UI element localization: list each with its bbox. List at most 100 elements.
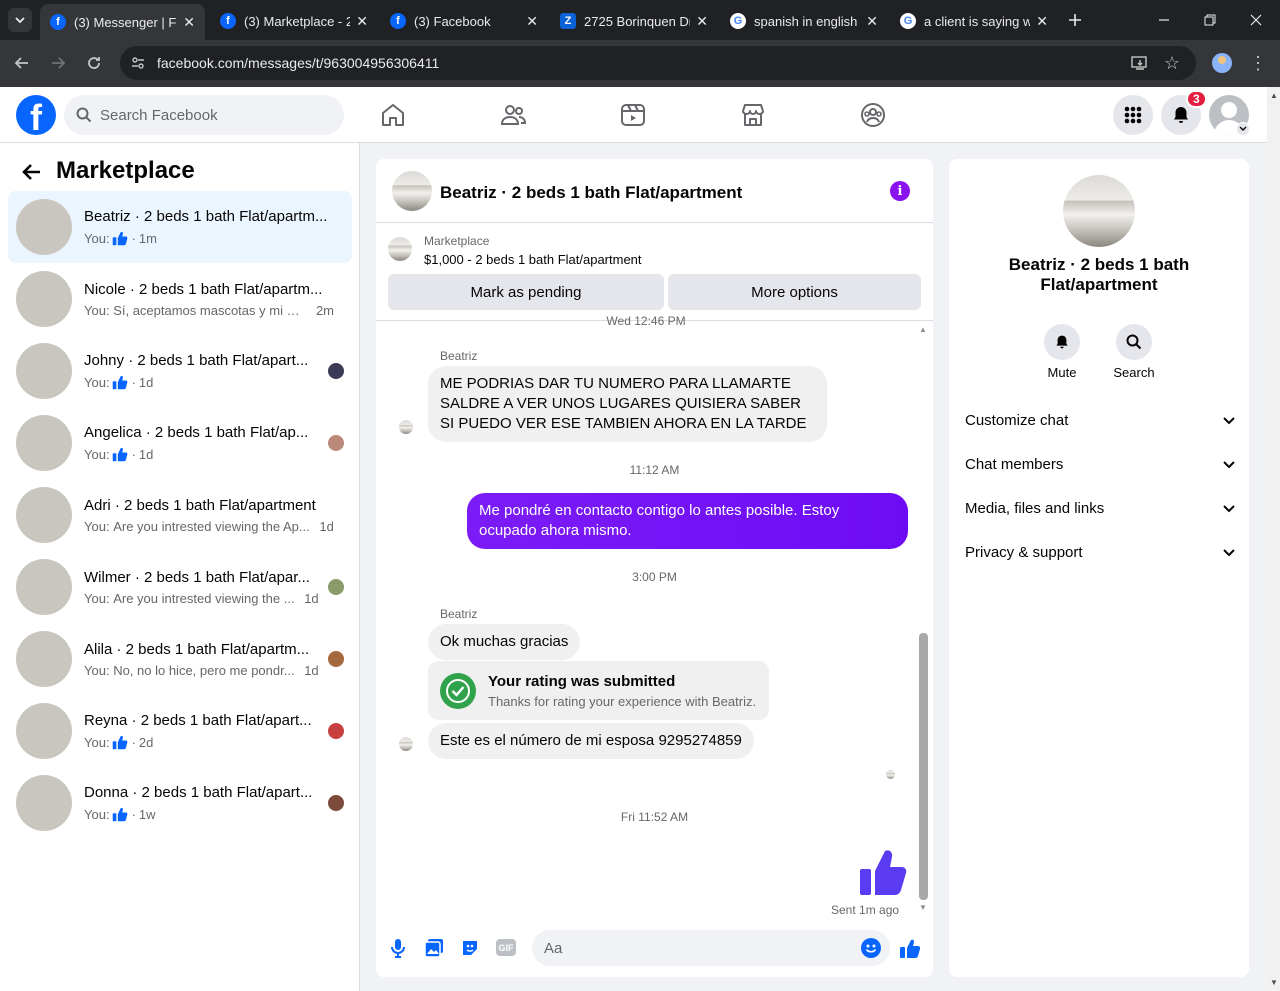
search-in-chat-button[interactable] <box>1116 324 1152 360</box>
like-thumbs-up-icon <box>112 231 127 246</box>
incoming-message[interactable]: ME PODRIAS DAR TU NUMERO PARA LLAMARTE S… <box>428 366 827 442</box>
forward-arrow-icon[interactable] <box>46 51 70 75</box>
chat-scrollbar-thumb[interactable] <box>919 633 928 900</box>
incoming-message[interactable]: Este es el número de mi esposa 929527485… <box>428 723 754 759</box>
chat-avatar[interactable] <box>392 171 432 211</box>
incoming-message[interactable]: Ok muchas gracias <box>428 624 581 660</box>
close-tab-icon[interactable]: ✕ <box>183 14 195 31</box>
emoji-icon[interactable] <box>861 938 881 958</box>
close-tab-icon[interactable]: ✕ <box>696 13 708 30</box>
bookmark-star-icon[interactable]: ☆ <box>1160 51 1184 75</box>
media-files-links-section[interactable]: Media, files and links <box>965 500 1235 517</box>
browser-tab[interactable]: G spanish in english ✕ <box>720 6 888 36</box>
scroll-down-arrow-icon[interactable]: ▼ <box>1270 978 1278 987</box>
marketplace-icon[interactable] <box>738 100 768 130</box>
conversation-item[interactable]: Nicole · 2 beds 1 bath Flat/apartm... You… <box>8 263 352 335</box>
outgoing-message[interactable]: Me pondré en contacto contigo lo antes p… <box>467 493 908 549</box>
mute-button[interactable] <box>1044 324 1080 360</box>
separator-dot: · <box>131 374 136 390</box>
seen-indicator-avatar <box>886 770 895 779</box>
message-input[interactable]: Aa <box>532 930 890 966</box>
menu-grid-button[interactable] <box>1113 95 1153 135</box>
sticker-icon[interactable] <box>460 938 480 963</box>
browser-tab[interactable]: f (3) Messenger | Facebook ✕ <box>40 4 205 40</box>
browser-tab[interactable]: Z 2725 Borinquen Dr ✕ <box>550 6 718 36</box>
conversation-item[interactable]: Reyna · 2 beds 1 bath Flat/apart... You: ·… <box>8 695 352 767</box>
search-icon <box>76 107 92 128</box>
facebook-logo-icon[interactable]: f <box>16 95 56 135</box>
home-icon[interactable] <box>378 100 408 130</box>
conversation-avatar <box>16 487 72 543</box>
conversation-time: 2d <box>138 734 154 750</box>
profile-avatar[interactable] <box>1212 53 1232 73</box>
close-tab-icon[interactable]: ✕ <box>866 13 878 30</box>
section-label: Privacy & support <box>965 544 1083 561</box>
close-tab-icon[interactable]: ✕ <box>356 13 368 30</box>
customize-chat-section[interactable]: Customize chat <box>965 412 1235 429</box>
you-prefix: You: <box>84 518 110 534</box>
browser-tab[interactable]: f (3) Facebook ✕ <box>380 6 548 36</box>
separator-dot: · <box>131 734 136 750</box>
conversation-time: 1d <box>304 590 319 606</box>
conversation-item[interactable]: Beatriz · 2 beds 1 bath Flat/apartm... Yo… <box>8 191 352 263</box>
chevron-down-icon <box>1223 548 1235 556</box>
restore-window-icon[interactable] <box>1198 8 1222 32</box>
chat-title[interactable]: Beatriz · 2 beds 1 bath Flat/apartment <box>440 183 742 203</box>
chat-scroll-down-icon[interactable]: ▼ <box>919 903 927 912</box>
reload-icon[interactable] <box>82 51 106 75</box>
address-bar[interactable]: facebook.com/messages/t/963004956306411 <box>120 46 1196 80</box>
gif-icon[interactable]: GIF <box>496 939 516 956</box>
sent-like-thumbs-up-icon[interactable] <box>856 845 910 902</box>
conversation-name: Beatriz · 2 beds 1 bath Flat/apartm... <box>84 208 328 225</box>
sender-avatar[interactable] <box>399 420 413 434</box>
conversation-item[interactable]: Alila · 2 beds 1 bath Flat/apartm... You:… <box>8 623 352 695</box>
chrome-menu-icon[interactable]: ⋮ <box>1246 51 1270 75</box>
you-prefix: You: <box>84 734 110 750</box>
groups-icon[interactable] <box>858 100 888 130</box>
conversation-item[interactable]: Wilmer · 2 beds 1 bath Flat/apar... You: … <box>8 551 352 623</box>
conversation-avatar[interactable] <box>1063 175 1135 247</box>
browser-tab[interactable]: f (3) Marketplace - 2 ✕ <box>210 6 378 36</box>
conversation-name: Reyna · 2 beds 1 bath Flat/apart... <box>84 712 312 729</box>
you-prefix: You: <box>84 230 110 246</box>
back-arrow-icon[interactable] <box>10 51 34 75</box>
chat-members-section[interactable]: Chat members <box>965 456 1235 473</box>
photo-icon[interactable] <box>424 938 444 963</box>
conversation-item[interactable]: Adri · 2 beds 1 bath Flat/apartment You: … <box>8 479 352 551</box>
separator-dot: · <box>131 446 136 462</box>
privacy-support-section[interactable]: Privacy & support <box>965 544 1235 561</box>
more-options-button[interactable]: More options <box>668 274 921 310</box>
scroll-up-arrow-icon[interactable]: ▲ <box>1270 91 1278 100</box>
page-scrollbar[interactable] <box>1267 87 1280 991</box>
close-tab-icon[interactable]: ✕ <box>526 13 538 30</box>
conversation-item[interactable]: Angelica · 2 beds 1 bath Flat/ap... You: ·… <box>8 407 352 479</box>
conversation-avatar <box>16 775 72 831</box>
tab-title: a client is saying w <box>924 13 1031 29</box>
install-app-icon[interactable] <box>1128 51 1152 75</box>
back-arrow-icon[interactable] <box>20 160 44 189</box>
sender-avatar[interactable] <box>399 737 413 751</box>
microphone-icon[interactable] <box>388 937 408 964</box>
conversation-name: Angelica · 2 beds 1 bath Flat/ap... <box>84 424 309 441</box>
conversation-time: 1w <box>138 806 156 822</box>
info-icon[interactable]: i <box>890 181 910 201</box>
close-window-icon[interactable] <box>1244 8 1268 32</box>
conversation-item[interactable]: Johny · 2 beds 1 bath Flat/apart... You: ·… <box>8 335 352 407</box>
close-tab-icon[interactable]: ✕ <box>1036 13 1048 30</box>
friends-icon[interactable] <box>498 100 528 130</box>
mark-as-pending-button[interactable]: Mark as pending <box>388 274 664 310</box>
browser-tab[interactable]: G a client is saying w ✕ <box>890 6 1058 36</box>
minimize-window-icon[interactable] <box>1152 8 1176 32</box>
video-icon[interactable] <box>618 100 648 130</box>
listing-description[interactable]: $1,000 - 2 beds 1 bath Flat/apartment <box>424 252 642 267</box>
tab-search-icon[interactable] <box>8 8 32 32</box>
conversation-item[interactable]: Donna · 2 beds 1 bath Flat/apart... You: ·… <box>8 767 352 839</box>
search-facebook-input[interactable]: Search Facebook <box>64 95 344 135</box>
site-settings-icon[interactable] <box>126 51 150 75</box>
like-thumbs-up-icon[interactable] <box>899 937 921 964</box>
you-prefix: You: <box>84 374 110 390</box>
chat-scroll-up-icon[interactable]: ▲ <box>919 325 927 334</box>
new-tab-icon[interactable] <box>1063 8 1087 32</box>
account-chevron-icon[interactable] <box>1236 122 1250 136</box>
conversation-name: Alila · 2 beds 1 bath Flat/apartm... <box>84 640 310 658</box>
